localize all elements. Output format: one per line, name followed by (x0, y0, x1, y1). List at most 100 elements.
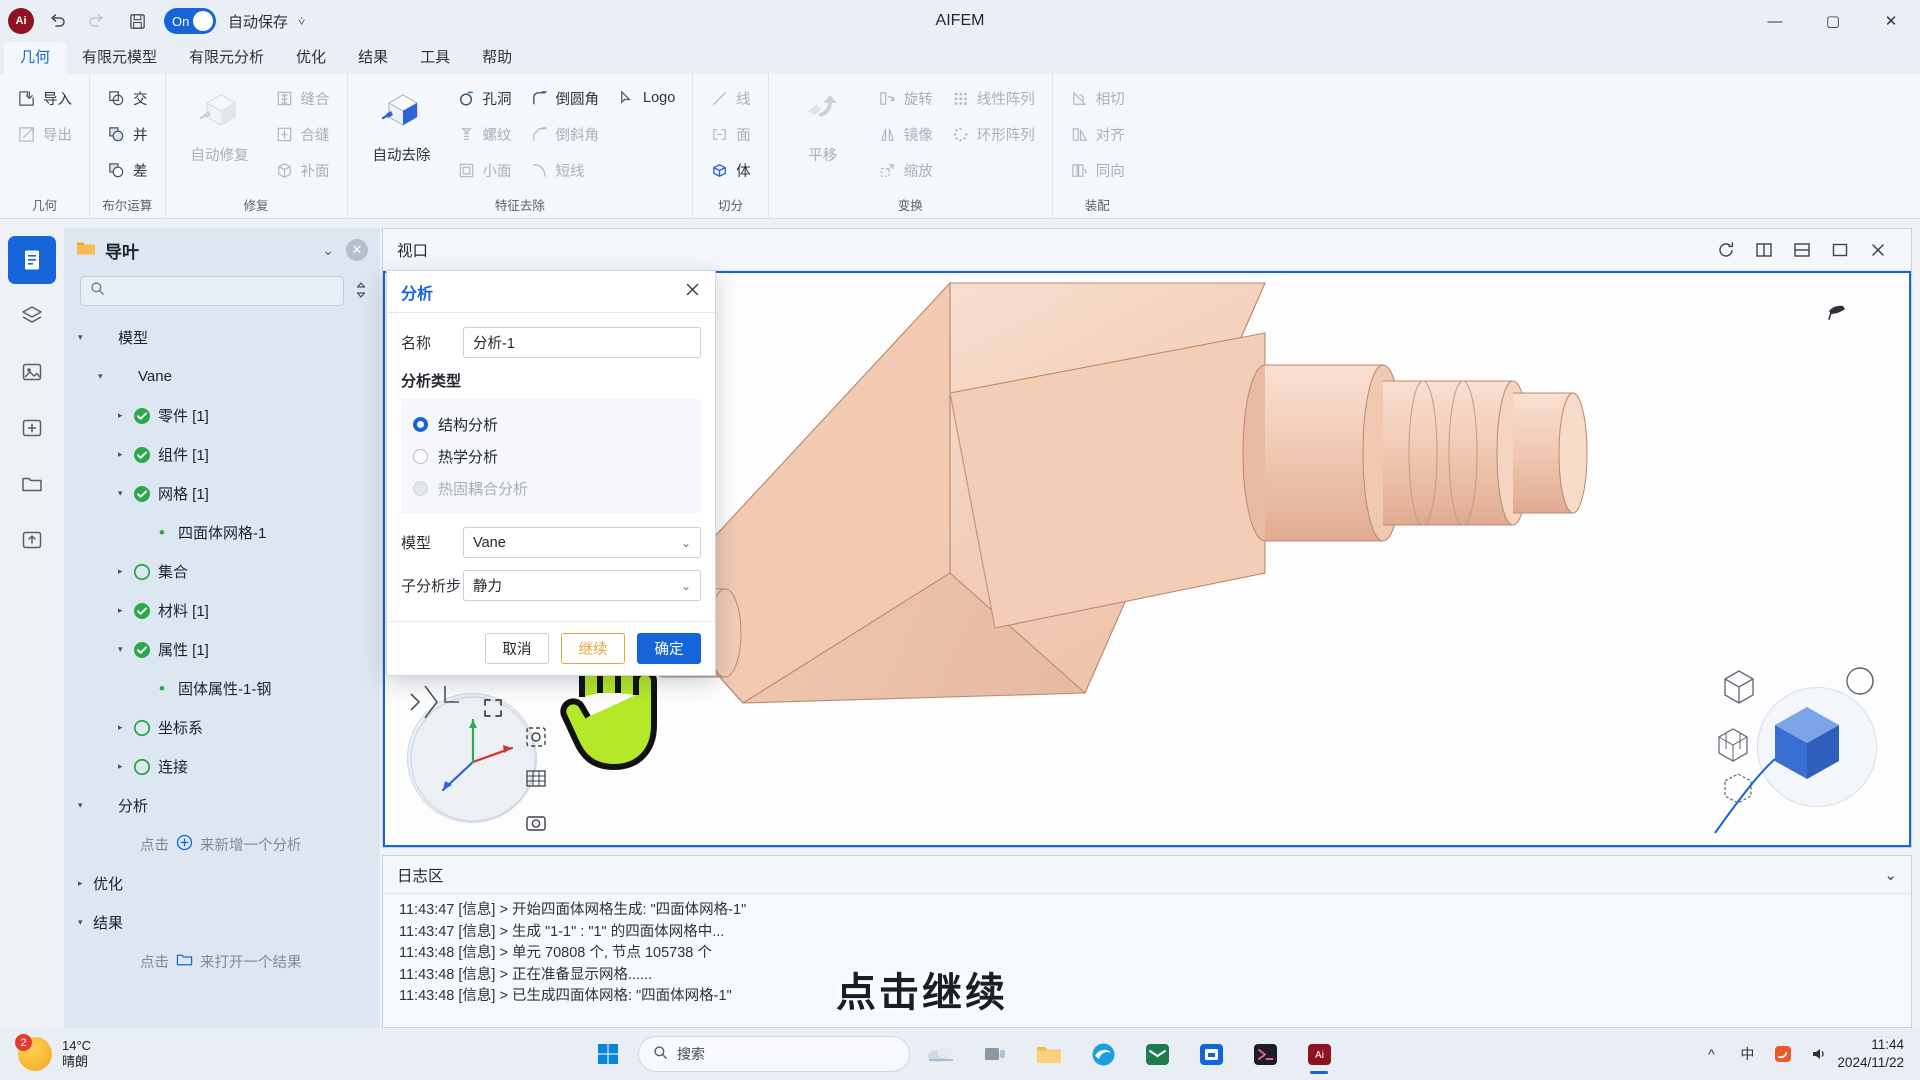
weather-widget[interactable]: 2 14°C 晴朗 (15, 1034, 91, 1071)
rail-item-document[interactable] (8, 236, 56, 284)
taskbar-app-file-explorer-icon[interactable] (1026, 1032, 1072, 1076)
tree-search-box[interactable] (80, 276, 344, 306)
rail-item-folder[interactable] (8, 460, 56, 508)
tree-node-6[interactable]: ▸ 集合 (64, 552, 380, 591)
ribbon-item-3-2-0[interactable]: Logo (608, 80, 684, 116)
viewport-close-icon[interactable] (1859, 235, 1897, 265)
continue-button[interactable]: 继续 (561, 633, 625, 664)
ribbon-item-4-0-0[interactable]: 线 (701, 80, 760, 116)
windows-start-icon[interactable] (586, 1034, 630, 1074)
tree-node-8[interactable]: ▾ 属性 [1] (64, 630, 380, 669)
tree-arrow-icon[interactable]: ▸ (118, 410, 133, 421)
menu-tab-5[interactable]: 工具 (404, 42, 466, 74)
log-body[interactable]: 11:43:47 [信息] > 开始四面体网格生成: "四面体网格-1" 11:4… (383, 894, 1911, 1014)
substep-select[interactable]: 静力 ⌄ (463, 570, 701, 601)
tree-arrow-icon[interactable]: ▾ (118, 644, 133, 655)
ribbon-item-5-1-1[interactable]: 环形阵列 (942, 116, 1044, 152)
orientation-cube-icon[interactable] (1765, 701, 1849, 785)
radio-button[interactable] (413, 448, 428, 464)
undo-icon[interactable] (40, 6, 74, 36)
ribbon-item-1-0-2[interactable]: 差 (98, 152, 157, 188)
ribbon-item-4-0-1[interactable]: 面 (701, 116, 760, 152)
confirm-button[interactable]: 确定 (637, 633, 701, 664)
ribbon-item-3-1-0[interactable]: 倒圆角 (521, 80, 609, 116)
tree-node-11[interactable]: ▸ 连接 (64, 747, 380, 786)
ribbon-item-6-0-2[interactable]: 同向 (1061, 152, 1134, 188)
analysis-type-option-0[interactable]: 结构分析 (413, 408, 689, 440)
ribbon-item-2-0-2[interactable]: 补面 (266, 152, 339, 188)
snapshot-icon[interactable] (525, 812, 547, 839)
tree-node-1[interactable]: ▾ Vane (64, 357, 380, 396)
tree-node-10[interactable]: ▸ 坐标系 (64, 708, 380, 747)
tree-arrow-icon[interactable]: ▾ (98, 371, 113, 382)
tree-arrow-icon[interactable]: ▾ (118, 488, 133, 499)
split-vertical-icon[interactable] (1745, 235, 1783, 265)
minimize-button[interactable]: — (1746, 0, 1804, 42)
tree-node-12[interactable]: ▾ 分析 (64, 786, 380, 825)
menu-tab-0[interactable]: 几何 (4, 42, 67, 74)
ribbon-item-0-0-1[interactable]: 导出 (8, 116, 81, 152)
grid-icon[interactable] (525, 768, 547, 795)
pin-icon[interactable] (1825, 299, 1849, 328)
tree-node-9[interactable]: • 固体属性-1-钢 (64, 669, 380, 708)
ribbon-item-6-0-0[interactable]: 相切 (1061, 80, 1134, 116)
tree-node-4[interactable]: ▾ 网格 [1] (64, 474, 380, 513)
taskbar-app-task-view-icon[interactable] (972, 1032, 1018, 1076)
chevron-up-icon[interactable]: ^ (1693, 1046, 1729, 1062)
ribbon-big-button-3[interactable]: 自动去除 (356, 80, 448, 195)
save-icon[interactable] (120, 6, 154, 36)
tree-collapse-chevron-down-icon[interactable]: ⌄ (322, 242, 334, 259)
ribbon-item-1-0-1[interactable]: 并 (98, 116, 157, 152)
tree-node-5[interactable]: • 四面体网格-1 (64, 513, 380, 552)
hint-open-result[interactable]: 点击 来打开一个结果 (64, 942, 380, 981)
autosave-toggle[interactable]: On (164, 8, 216, 34)
ribbon-item-2-0-0[interactable]: 缝合 (266, 80, 339, 116)
rail-item-export-box[interactable] (8, 516, 56, 564)
dialog-close-icon[interactable] (684, 281, 701, 303)
volume-icon[interactable] (1801, 1045, 1837, 1063)
refresh-icon[interactable] (1707, 235, 1745, 265)
radio-button[interactable] (413, 416, 428, 432)
tree-arrow-icon[interactable]: ▾ (78, 800, 93, 811)
ribbon-item-5-0-1[interactable]: 镜像 (869, 116, 942, 152)
plus-circle-icon[interactable] (176, 834, 193, 855)
taskbar-search[interactable]: 搜索 (638, 1036, 910, 1072)
tree-node-optimize[interactable]: ▸ 优化 (64, 864, 380, 903)
ribbon-item-5-0-0[interactable]: 旋转 (869, 80, 942, 116)
tree-arrow-icon[interactable]: ▸ (118, 761, 133, 772)
ribbon-item-3-0-0[interactable]: 孔洞 (448, 80, 521, 116)
taskbar-app-weather-widget-icon[interactable] (918, 1032, 964, 1076)
maximize-button[interactable]: ▢ (1804, 0, 1862, 42)
cancel-button[interactable]: 取消 (485, 633, 549, 664)
ribbon-item-3-1-1[interactable]: 倒斜角 (521, 116, 609, 152)
taskbar-app-devtool-icon[interactable] (1242, 1032, 1288, 1076)
taskbar-clock[interactable]: 11:44 2024/11/22 (1837, 1036, 1904, 1072)
close-button[interactable]: ✕ (1862, 0, 1920, 42)
taskbar-app-aifem-icon[interactable]: Ai (1296, 1032, 1342, 1076)
tree-close-icon[interactable]: ✕ (346, 239, 368, 261)
tree-arrow-icon[interactable]: ▸ (78, 878, 93, 889)
sogou-icon[interactable] (1765, 1045, 1801, 1063)
ribbon-item-1-0-0[interactable]: 交 (98, 80, 157, 116)
rail-item-layers[interactable] (8, 292, 56, 340)
view-cube-widget[interactable] (1705, 655, 1895, 835)
ribbon-item-3-0-2[interactable]: 小面 (448, 152, 521, 188)
menu-tab-2[interactable]: 有限元分析 (173, 42, 280, 74)
tree-arrow-icon[interactable]: ▾ (78, 917, 93, 928)
maximize-icon[interactable] (1821, 235, 1859, 265)
menu-tab-1[interactable]: 有限元模型 (66, 42, 173, 74)
ime-icon[interactable]: 中 (1729, 1044, 1765, 1064)
ribbon-item-5-0-2[interactable]: 缩放 (869, 152, 942, 188)
ribbon-big-button-2[interactable]: 自动修复 (174, 80, 266, 195)
tree-search-input[interactable] (112, 283, 334, 299)
tree-arrow-icon[interactable]: ▸ (118, 722, 133, 733)
hint-add-analysis[interactable]: 点击 来新增一个分析 (64, 825, 380, 864)
tree-arrow-icon[interactable]: ▸ (118, 449, 133, 460)
menu-tab-4[interactable]: 结果 (342, 42, 404, 74)
log-collapse-chevron-down-icon[interactable]: ⌄ (1884, 866, 1897, 884)
ribbon-item-2-0-1[interactable]: 合缝 (266, 116, 339, 152)
analysis-type-option-1[interactable]: 热学分析 (413, 440, 689, 472)
ribbon-item-0-0-0[interactable]: 导入 (8, 80, 81, 116)
taskbar-app-edge-icon[interactable] (1080, 1032, 1126, 1076)
tree-node-result[interactable]: ▾ 结果 (64, 903, 380, 942)
